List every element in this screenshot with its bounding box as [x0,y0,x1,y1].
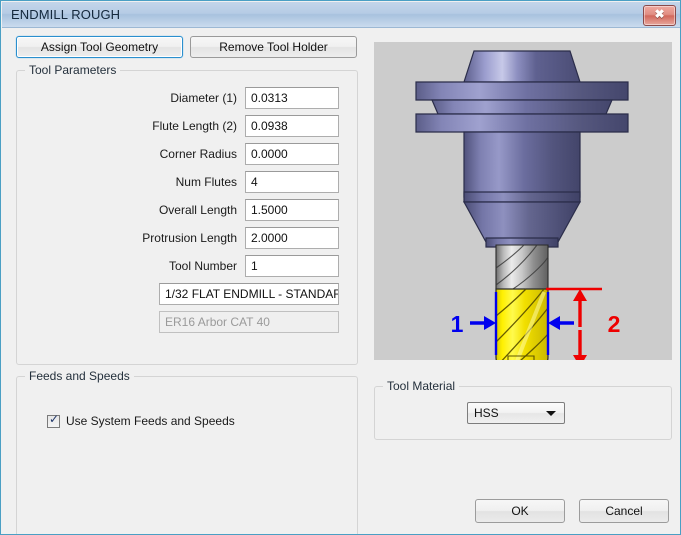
feeds-and-speeds-group: Feeds and Speeds ✓ Use System Feeds and … [16,369,358,534]
form-row: Num Flutes [17,171,357,195]
ok-button[interactable]: OK [475,499,565,523]
field-input[interactable] [245,171,339,193]
field-input[interactable] [245,255,339,277]
field-label: Overall Length [158,203,237,217]
window-title: ENDMILL ROUGH [11,7,121,22]
close-icon: ✖ [654,7,665,21]
cancel-button[interactable]: Cancel [579,499,669,523]
form-row: Holder Label [17,311,357,335]
field-input[interactable] [245,115,339,137]
field-label: Tool Number [168,259,237,273]
remove-tool-holder-button[interactable]: Remove Tool Holder [190,36,357,58]
dialog-client-area: Assign Tool Geometry Remove Tool Holder … [2,28,680,534]
form-row: Tool Number [17,255,357,279]
field-input[interactable] [245,199,339,221]
form-row: Corner Radius [17,143,357,167]
checkbox-label: Use System Feeds and Speeds [66,414,235,428]
form-row: Overall Length [17,199,357,223]
tool-material-value: HSS [474,406,499,420]
field-label: Num Flutes [175,175,237,189]
tool-holder-preview: 1 2 [374,42,672,360]
tool-assembly-illustration: 1 2 [415,50,629,360]
dimension-label-1: 1 [451,311,464,337]
field-label: Flute Length (2) [152,119,237,133]
tool-parameters-group: Tool Parameters Diameter (1) Flute Length… [16,63,358,365]
field-input[interactable] [245,143,339,165]
dimension-label-2: 2 [608,311,621,337]
field-input [159,311,339,333]
form-row: Protrusion Length [17,227,357,251]
tool-parameters-title: Tool Parameters [25,63,121,77]
field-input[interactable] [159,283,339,305]
tool-material-title: Tool Material [383,379,460,393]
field-label: Protrusion Length [142,231,237,245]
endmill-rough-dialog: ENDMILL ROUGH ✖ Assign Tool Geometry Rem… [0,0,681,535]
tool-material-select[interactable]: HSS [467,402,565,424]
title-bar: ENDMILL ROUGH ✖ [2,2,680,28]
use-system-feeds-and-speeds-checkbox[interactable]: ✓ Use System Feeds and Speeds [47,411,235,429]
tool-material-group: Tool Material HSS [374,379,672,440]
form-row: Flute Length (2) [17,115,357,139]
field-input[interactable] [245,227,339,249]
form-row: Diameter (1) [17,87,357,111]
field-input[interactable] [245,87,339,109]
field-label: Corner Radius [159,147,237,161]
feeds-and-speeds-title: Feeds and Speeds [25,369,134,383]
assign-tool-geometry-button[interactable]: Assign Tool Geometry [16,36,183,58]
form-row: Tool Label [17,283,357,307]
checkbox-box[interactable]: ✓ [47,411,60,428]
close-button[interactable]: ✖ [643,5,676,26]
field-label: Diameter (1) [170,91,237,105]
chevron-down-icon [546,411,556,416]
check-icon: ✓ [49,411,60,426]
